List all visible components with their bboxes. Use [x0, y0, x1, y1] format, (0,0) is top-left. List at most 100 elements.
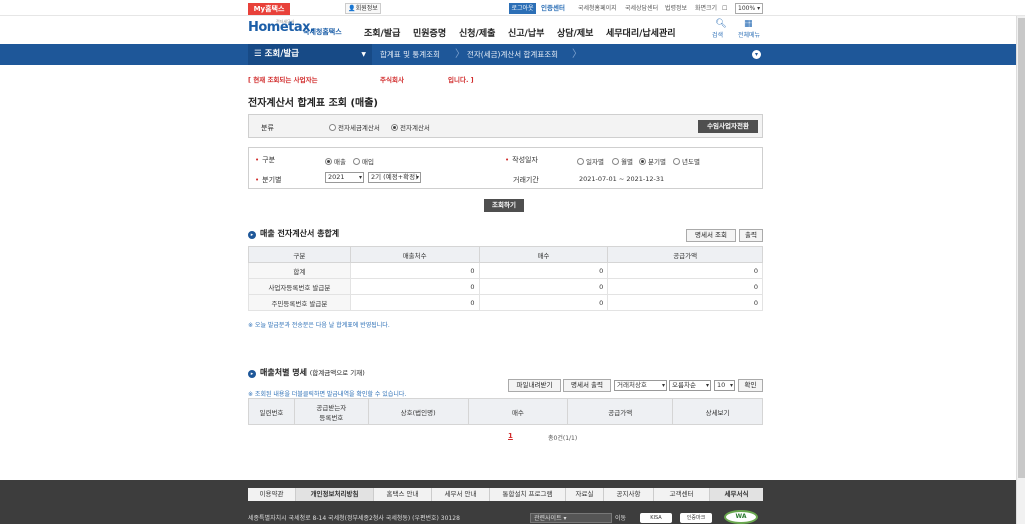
- footer-library-link[interactable]: 자료실: [566, 488, 604, 501]
- type-option-sales[interactable]: 매출: [325, 156, 346, 166]
- gnb-tax-agent[interactable]: 세무대리/납세관리: [606, 26, 676, 39]
- page-size-select[interactable]: 10: [714, 380, 735, 391]
- footer-address: 세종특별자치시 국세청로 8-14 국세청(정부세종2청사 국세청동) (우편번…: [248, 515, 460, 522]
- detail-col-serial: 일련번호: [248, 398, 295, 425]
- logout-button[interactable]: 로그아웃: [509, 3, 536, 14]
- table-row: 합계 0 0 0: [248, 262, 763, 279]
- my-hometax-button[interactable]: My홈택스: [248, 3, 290, 15]
- sort-field-select[interactable]: 거래처상호: [614, 380, 667, 391]
- summary-header-row: 구분 매출처수 매수 공급가액: [248, 246, 763, 263]
- search-label[interactable]: 검색: [712, 30, 723, 39]
- date-option-daily[interactable]: 일자별: [577, 156, 604, 166]
- footer-install-program-link[interactable]: 통합설치 프로그램: [490, 488, 566, 501]
- cell-value: 0: [478, 262, 609, 279]
- detail-inquiry-button[interactable]: 명세서 조회: [686, 229, 736, 242]
- summary-section-title: ▸ 매출 전자계산서 총합계: [248, 228, 339, 239]
- nav-main-menu[interactable]: ☰ 조회/발급 ▼: [248, 44, 372, 65]
- notice-prefix: [ 현재 조회되는 사업자는: [248, 76, 318, 84]
- detail-print-button[interactable]: 명세서 출력: [563, 379, 611, 392]
- type-label: • 구분: [255, 156, 276, 164]
- classification-option-tax-invoice[interactable]: 전자세금계산서: [329, 122, 380, 132]
- gnb-apply-submit[interactable]: 신청/제출: [459, 26, 495, 39]
- search-icon[interactable]: 🔍︎: [713, 19, 729, 29]
- total-count: 총0건(1/1): [548, 435, 578, 442]
- all-menu-label[interactable]: 전체메뉴: [738, 30, 760, 39]
- radio-icon[interactable]: [673, 158, 680, 165]
- date-option-quarterly[interactable]: 분기별: [639, 156, 666, 166]
- radio-selected-icon[interactable]: [639, 158, 646, 165]
- page-title: 전자계산서 합계표 조회 (매출): [248, 98, 378, 109]
- radio-icon[interactable]: [612, 158, 619, 165]
- search-button[interactable]: 조회하기: [484, 199, 524, 212]
- gnb-consult-report[interactable]: 상담/제보: [557, 26, 593, 39]
- current-business-notice: [ 현재 조회되는 사업자는 주식회사 입니다. ]: [248, 74, 474, 84]
- radio-selected-icon[interactable]: [325, 158, 332, 165]
- footer-privacy-link[interactable]: 개인정보처리방침: [296, 488, 374, 501]
- date-option-monthly[interactable]: 월별: [612, 156, 633, 166]
- period-label: 거래기간: [513, 176, 539, 184]
- nts-homepage-link[interactable]: 국세청홈페이지: [578, 3, 617, 14]
- summary-print-button[interactable]: 출력: [739, 229, 763, 242]
- year-select[interactable]: 2021: [325, 172, 364, 183]
- period-value: 2021-07-01 ~ 2021-12-31: [579, 175, 665, 183]
- zoom-toggle-icon[interactable]: ☐: [722, 3, 727, 14]
- file-download-button[interactable]: 파일내려받기: [508, 379, 561, 392]
- cell-value: 0: [349, 262, 480, 279]
- zoom-select[interactable]: 100% ▾: [735, 3, 763, 14]
- confirm-button[interactable]: 확인: [738, 379, 763, 392]
- radio-icon[interactable]: [577, 158, 584, 165]
- detail-header-row: 일련번호 공급받는자 등록번호 상호(법인명) 매수 공급가액 상세보기: [248, 398, 763, 425]
- radio-icon[interactable]: [329, 124, 336, 131]
- footer-customer-center-link[interactable]: 고객센터: [654, 488, 710, 501]
- type-option-purchase[interactable]: 매입: [353, 156, 374, 166]
- footer-notice-link[interactable]: 공지사항: [604, 488, 654, 501]
- detail-col-view: 상세보기: [672, 398, 763, 425]
- footer-terms-link[interactable]: 이용약관: [248, 488, 296, 501]
- quarter-select[interactable]: 2기 (예정+확정): [368, 172, 421, 183]
- user-icon: 👤: [348, 5, 356, 12]
- auth-center-link[interactable]: 인증센터: [541, 3, 565, 14]
- cell-value: 0: [607, 278, 763, 295]
- member-info-button[interactable]: 👤회원정보: [345, 3, 381, 14]
- footer-hometax-guide-link[interactable]: 홈택스 안내: [374, 488, 432, 501]
- tax-consult-center-link[interactable]: 국세상담센터: [625, 3, 658, 14]
- related-move-button[interactable]: 이동: [615, 513, 626, 522]
- grid-menu-icon[interactable]: ▦: [744, 19, 753, 29]
- breadcrumb-summary-stats[interactable]: 합계표 및 통계조회: [380, 44, 440, 65]
- nav-main-label: 조회/발급: [264, 49, 299, 59]
- gnb-report-pay[interactable]: 신고/납부: [508, 26, 544, 39]
- date-label: • 작성일자: [505, 156, 538, 164]
- section-bullet-icon: ▸: [248, 231, 256, 239]
- cell-value: 0: [607, 262, 763, 279]
- radio-selected-icon[interactable]: [391, 124, 398, 131]
- breadcrumb-einvoice-summary[interactable]: 전자(세금)계산서 합계표조회: [467, 44, 558, 65]
- detail-section-subtitle: (합계금액으로 기재): [309, 369, 365, 377]
- vertical-scrollbar[interactable]: [1016, 16, 1025, 524]
- notice-suffix: 입니다. ]: [448, 76, 474, 84]
- related-sites-select[interactable]: 관련사이트 ▾: [530, 513, 612, 523]
- footer-taxoffice-guide-link[interactable]: 세무서 안내: [432, 488, 490, 501]
- footer-tax-forms-link[interactable]: 세무서식: [710, 488, 763, 501]
- classification-option-invoice[interactable]: 전자계산서: [391, 122, 430, 132]
- detail-col-reg-number: 공급받는자 등록번호: [293, 398, 369, 425]
- switch-business-button[interactable]: 수임사업자전환: [698, 120, 758, 133]
- cell-value: 0: [349, 278, 480, 295]
- notice-company: 주식회사: [380, 76, 404, 84]
- summary-table: 구분 매출처수 매수 공급가액 합계 0 0 0 사업자등록번호 발급분 0 0…: [248, 246, 763, 311]
- row-label: 주민등록번호 발급분: [248, 294, 351, 311]
- hometax-logo[interactable]: 전자세무서 Hometax. 국세청홈택스: [248, 19, 358, 41]
- summary-note: ※ 오늘 발급분과 전송분은 다음 날 합계표에 반영됩니다.: [248, 322, 390, 329]
- date-option-yearly[interactable]: 년도별: [673, 156, 700, 166]
- sort-order-select[interactable]: 오름차순: [669, 380, 711, 391]
- law-info-link[interactable]: 법령정보: [665, 3, 687, 14]
- gnb-inquiry-issue[interactable]: 조회/발급: [364, 26, 400, 39]
- breadcrumb-separator-icon: 〉: [572, 49, 582, 60]
- pagination-current-page[interactable]: 1: [508, 432, 513, 440]
- cell-value: 0: [478, 278, 609, 295]
- chevron-down-icon[interactable]: ▾: [752, 50, 761, 59]
- summary-col-type: 구분: [248, 246, 351, 263]
- scrollbar-thumb[interactable]: [1018, 18, 1025, 478]
- radio-icon[interactable]: [353, 158, 360, 165]
- gnb-civil-certificate[interactable]: 민원증명: [413, 26, 446, 39]
- utility-bar: My홈택스 👤회원정보 로그아웃 인증센터 국세청홈페이지 국세상담센터 법령정…: [0, 0, 1025, 16]
